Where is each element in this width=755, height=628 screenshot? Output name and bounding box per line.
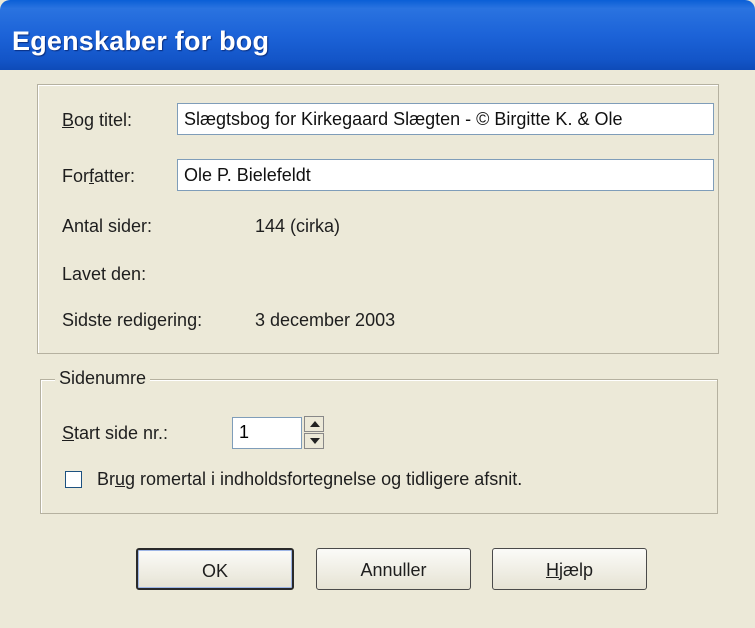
start-page-label: Start side nr.:: [62, 423, 169, 443]
author-label: Forfatter:: [62, 166, 136, 186]
roman-numerals-label[interactable]: Brug romertal i indholdsfortegnelse og t…: [97, 469, 522, 490]
dialog-body: Bog titel: Slægtsbog for Kirkegaard Slæg…: [0, 70, 755, 628]
pages-value: 144 (cirka): [255, 216, 341, 236]
window-title: Egenskaber for bog: [12, 26, 270, 56]
ok-button[interactable]: OK: [136, 548, 294, 590]
book-title-label: Bog titel:: [62, 110, 133, 130]
start-page-spinner[interactable]: [304, 416, 324, 450]
title-bar[interactable]: Egenskaber for bog: [0, 0, 755, 70]
spin-down-arrow-icon[interactable]: [304, 433, 324, 449]
last-edit-value: 3 december 2003: [255, 310, 396, 330]
last-edit-label: Sidste redigering:: [62, 310, 203, 330]
page-numbers-group-label: Sidenumre: [55, 368, 151, 389]
cancel-button[interactable]: Annuller: [316, 548, 471, 590]
help-button[interactable]: Hjælp: [492, 548, 647, 590]
created-label: Lavet den:: [62, 264, 147, 284]
book-title-field[interactable]: Slægtsbog for Kirkegaard Slægten - © Bir…: [177, 103, 714, 135]
start-page-field[interactable]: 1: [232, 417, 302, 449]
page-numbers-group: [40, 379, 718, 514]
author-field[interactable]: Ole P. Bielefeldt: [177, 159, 714, 191]
roman-numerals-checkbox[interactable]: [65, 471, 82, 488]
pages-label: Antal sider:: [62, 216, 153, 236]
spin-up-arrow-icon[interactable]: [304, 416, 324, 432]
